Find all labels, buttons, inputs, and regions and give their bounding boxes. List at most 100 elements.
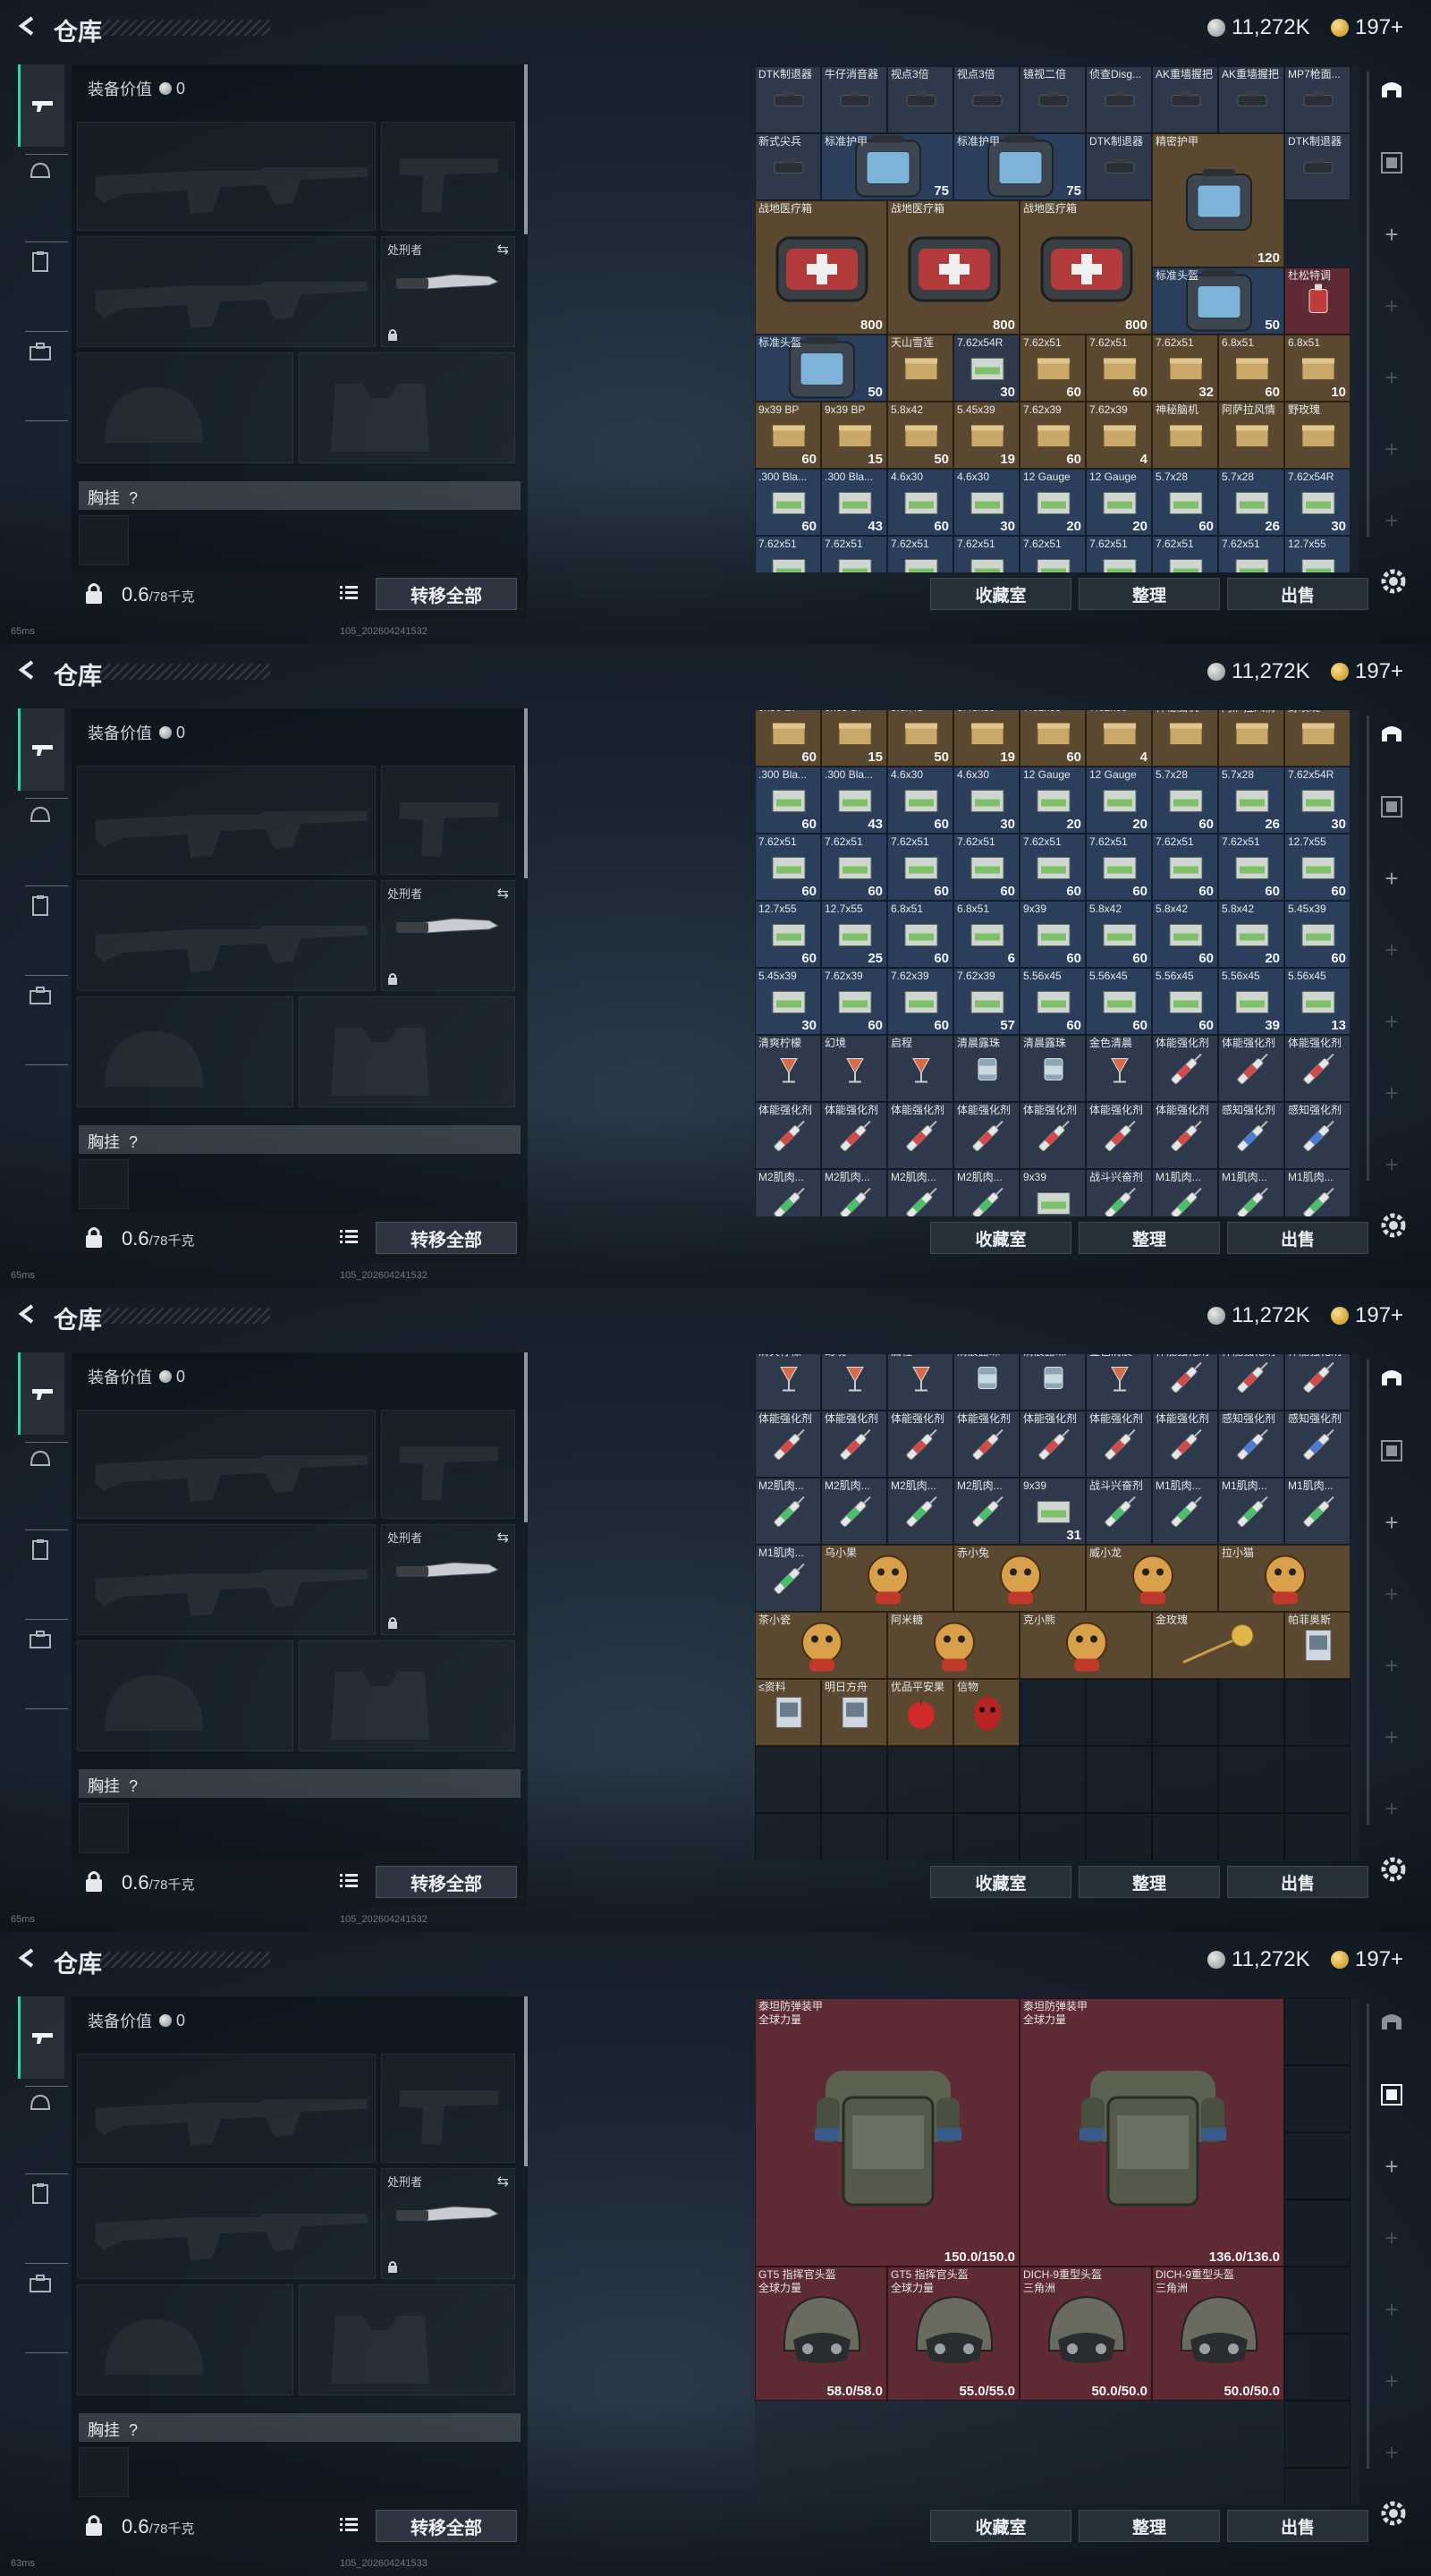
add-tab-button[interactable]: +	[1372, 358, 1411, 397]
helmet-slot[interactable]	[77, 1640, 293, 1751]
stash-item[interactable]: 体能强化剂	[1218, 1354, 1284, 1411]
stash-item[interactable]: 野玫瑰	[1284, 710, 1351, 767]
stash-item[interactable]: 体能强化剂	[1152, 1035, 1218, 1102]
stash-item[interactable]: 12 Gauge 20	[1020, 767, 1086, 834]
stash-item[interactable]: 野玫瑰	[1284, 402, 1351, 469]
primary-weapon-slot[interactable]	[77, 1410, 376, 1519]
stash-item[interactable]: 12 Gauge 20	[1086, 469, 1152, 536]
stash-item[interactable]: M1肌肉...	[1152, 1169, 1218, 1216]
stash-item[interactable]: 标准头盔 50	[1152, 267, 1284, 335]
stash-item[interactable]: .300 Bla... 43	[821, 767, 887, 834]
stash-item[interactable]: 5.7x28 26	[1218, 469, 1284, 536]
primary-weapon-slot[interactable]	[77, 766, 376, 875]
stash-item[interactable]: M2肌肉...	[755, 1478, 821, 1545]
add-tab-button[interactable]: +	[1372, 1002, 1411, 1041]
stash-item[interactable]: 5.7x28 60	[1152, 469, 1218, 536]
stash-item[interactable]: 7.62x39 60	[887, 968, 953, 1035]
stash-item[interactable]: M2肌肉...	[821, 1478, 887, 1545]
empty-slot[interactable]	[1152, 2468, 1218, 2504]
empty-slot[interactable]	[1284, 1998, 1351, 2065]
swap-icon[interactable]: ⇆	[497, 241, 509, 258]
stash-item[interactable]: M2肌肉...	[821, 1169, 887, 1216]
stash-item[interactable]: M1肌肉...	[1218, 1478, 1284, 1545]
tab-weapons[interactable]	[18, 708, 64, 791]
tab-stash[interactable]	[1372, 72, 1411, 111]
stash-item[interactable]: 7.62x5160	[1152, 536, 1218, 572]
stash-item[interactable]: 克小熊	[1020, 1612, 1152, 1679]
stash-item[interactable]: 4.6x30 30	[953, 469, 1020, 536]
stash-item[interactable]: 12.7x5560	[1284, 536, 1351, 572]
stash-item[interactable]: 镜视二倍	[1020, 66, 1086, 133]
stash-item[interactable]: .300 Bla... 43	[821, 469, 887, 536]
tab-briefcase[interactable]	[20, 2263, 61, 2304]
stash-item[interactable]: 7.62x5160	[1020, 536, 1086, 572]
stash-item[interactable]: M2肌肉...	[887, 1478, 953, 1545]
gold-currency[interactable]: 197+	[1331, 1303, 1403, 1327]
add-tab-button[interactable]: +	[1372, 2361, 1411, 2401]
stash-item[interactable]: AK重墙握把	[1152, 66, 1218, 133]
stash-item[interactable]: 12 Gauge 20	[1086, 767, 1152, 834]
rail-scrollbar[interactable]	[1367, 2004, 1369, 2469]
stash-item[interactable]: 5.56x45 39	[1218, 968, 1284, 1035]
tab-weapons[interactable]	[18, 1996, 64, 2079]
equip-scrollbar[interactable]	[524, 1352, 528, 1522]
add-tab-button[interactable]: +	[1372, 1503, 1411, 1542]
sort-button[interactable]: 整理	[1079, 578, 1220, 610]
add-tab-button[interactable]: +	[1372, 2290, 1411, 2329]
stash-item[interactable]: AK重墙握把	[1218, 66, 1284, 133]
settings-gear-icon[interactable]	[1376, 2496, 1411, 2531]
stash-item[interactable]: 5.8x42 60	[1086, 901, 1152, 968]
stash-item[interactable]: 12.7x5560	[755, 901, 821, 968]
empty-slot[interactable]	[1284, 2132, 1351, 2199]
add-tab-button[interactable]: +	[1372, 2218, 1411, 2258]
stash-item[interactable]: 信物	[953, 1679, 1020, 1746]
primary-weapon-slot[interactable]	[77, 2054, 376, 2163]
stash-item[interactable]: 金色清晨	[1086, 1354, 1152, 1411]
stash-item[interactable]: 体能强化剂	[953, 1411, 1020, 1478]
collection-button[interactable]: 收藏室	[930, 578, 1071, 610]
add-tab-button[interactable]: +	[1372, 1717, 1411, 1757]
stash-item[interactable]: 7.62x39 57	[953, 968, 1020, 1035]
stash-item[interactable]: 9x39 BP 15	[821, 402, 887, 469]
tab-stash[interactable]	[1372, 2004, 1411, 2043]
stash-item[interactable]: 7.62x54R 30	[953, 335, 1020, 402]
stash-item[interactable]: 清晨露珠	[1020, 1354, 1086, 1411]
sort-button[interactable]: 整理	[1079, 1222, 1220, 1254]
stash-item[interactable]: 7.62x5160	[755, 834, 821, 901]
empty-slot[interactable]	[953, 2468, 1020, 2504]
help-mark[interactable]: ?	[129, 1777, 138, 1795]
secondary-weapon-slot[interactable]	[77, 1524, 376, 1635]
stash-item[interactable]: 5.8x42 50	[887, 402, 953, 469]
stash-item[interactable]: 茶小瓷	[755, 1612, 887, 1679]
tab-briefcase[interactable]	[20, 331, 61, 372]
stash-item[interactable]: 5.45x39 19	[953, 710, 1020, 767]
stash-item[interactable]: 体能强化剂	[1284, 1354, 1351, 1411]
stash-item[interactable]: 7.62x54R 30	[1284, 767, 1351, 834]
stash-item[interactable]: 阿米糖	[887, 1612, 1020, 1679]
tab-clipboard[interactable]	[20, 242, 61, 283]
helmet-slot[interactable]	[77, 996, 293, 1107]
stash-item[interactable]: 清晨露珠	[1020, 1035, 1086, 1102]
stash-item[interactable]: 12 Gauge 20	[1020, 469, 1086, 536]
sort-button[interactable]: 整理	[1079, 2510, 1220, 2542]
stash-item[interactable]: 威小龙	[1086, 1545, 1218, 1612]
add-tab-button[interactable]: +	[1372, 930, 1411, 970]
armor-slot[interactable]	[299, 2284, 515, 2395]
stash-item[interactable]: 体能强化剂	[1086, 1102, 1152, 1169]
stash-item[interactable]: DTK制退器	[1284, 133, 1351, 200]
stash-item[interactable]: 神秘脑机	[1152, 402, 1218, 469]
stash-item[interactable]: 6.8x51 60	[1218, 335, 1284, 402]
stash-item[interactable]: 体能强化剂	[1152, 1102, 1218, 1169]
stash-item[interactable]: DTK制退器	[1086, 133, 1152, 200]
settings-gear-icon[interactable]	[1376, 1852, 1411, 1887]
rail-scrollbar[interactable]	[1367, 1360, 1369, 1825]
empty-slot[interactable]	[1284, 1679, 1351, 1746]
stash-item[interactable]: 7.62x5160	[887, 834, 953, 901]
empty-slot[interactable]	[953, 2401, 1020, 2468]
stash-item[interactable]: 精密护甲 120	[1152, 133, 1284, 267]
stash-item[interactable]: 5.45x39 19	[953, 402, 1020, 469]
chest-rig-slot[interactable]	[79, 1803, 129, 1853]
stash-item[interactable]: 5.56x45 60	[1152, 968, 1218, 1035]
armor-slot[interactable]	[299, 352, 515, 463]
stash-item[interactable]: .300 Bla... 60	[755, 469, 821, 536]
